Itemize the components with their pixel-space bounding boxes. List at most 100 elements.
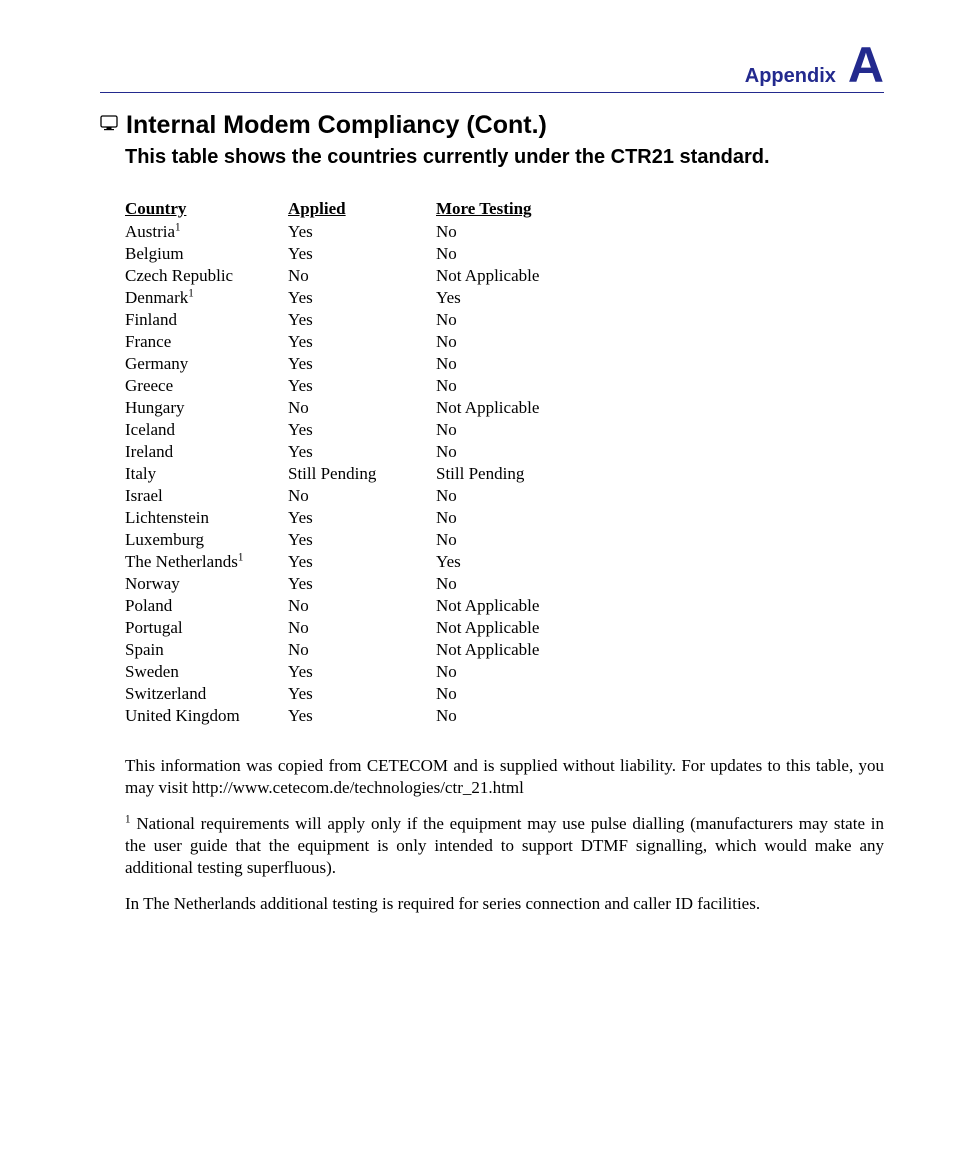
monitor-icon	[100, 115, 118, 136]
cell-applied: Yes	[288, 551, 436, 573]
cell-more-testing: Not Applicable	[436, 265, 557, 287]
cell-country: The Netherlands1	[125, 551, 288, 573]
th-country: Country	[125, 199, 288, 221]
table-row: PortugalNoNot Applicable	[125, 617, 557, 639]
cell-country: Lichtenstein	[125, 507, 288, 529]
appendix-label: Appendix	[745, 65, 836, 88]
th-more-testing: More Testing	[436, 199, 557, 221]
cell-more-testing: No	[436, 573, 557, 595]
cell-more-testing: No	[436, 243, 557, 265]
footnote-text: National requirements will apply only if…	[125, 814, 884, 877]
table-row: PolandNoNot Applicable	[125, 595, 557, 617]
cell-more-testing: No	[436, 221, 557, 243]
cell-more-testing: No	[436, 683, 557, 705]
footnote-paragraph: 1 National requirements will apply only …	[125, 813, 884, 879]
cell-applied: No	[288, 397, 436, 419]
appendix-letter: A	[848, 40, 884, 90]
table-row: ItalyStill PendingStill Pending	[125, 463, 557, 485]
page: Appendix A Internal Modem Compliancy (Co…	[0, 0, 954, 1155]
cell-applied: Yes	[288, 375, 436, 397]
disclaimer-paragraph: This information was copied from CETECOM…	[125, 755, 884, 799]
cell-applied: Yes	[288, 683, 436, 705]
cell-applied: Yes	[288, 573, 436, 595]
table-header-row: Country Applied More Testing	[125, 199, 557, 221]
cell-more-testing: No	[436, 441, 557, 463]
cell-applied: Yes	[288, 507, 436, 529]
cell-more-testing: No	[436, 529, 557, 551]
cell-country: Germany	[125, 353, 288, 375]
table-row: SwitzerlandYesNo	[125, 683, 557, 705]
table-row: SpainNoNot Applicable	[125, 639, 557, 661]
table-row: NorwayYesNo	[125, 573, 557, 595]
cell-applied: Yes	[288, 353, 436, 375]
cell-applied: Yes	[288, 331, 436, 353]
cell-applied: No	[288, 265, 436, 287]
cell-more-testing: No	[436, 661, 557, 683]
cell-applied: Yes	[288, 243, 436, 265]
cell-applied: No	[288, 617, 436, 639]
cell-more-testing: Not Applicable	[436, 595, 557, 617]
th-applied: Applied	[288, 199, 436, 221]
table-row: Austria1YesNo	[125, 221, 557, 243]
title-row: Internal Modem Compliancy (Cont.)	[100, 111, 884, 140]
cell-more-testing: No	[436, 331, 557, 353]
cell-applied: Yes	[288, 309, 436, 331]
cell-applied: Still Pending	[288, 463, 436, 485]
table-row: Czech RepublicNoNot Applicable	[125, 265, 557, 287]
cell-more-testing: Yes	[436, 551, 557, 573]
cell-country: Spain	[125, 639, 288, 661]
cell-more-testing: Yes	[436, 287, 557, 309]
table-row: United KingdomYesNo	[125, 705, 557, 727]
cell-country: Denmark1	[125, 287, 288, 309]
cell-country: Poland	[125, 595, 288, 617]
cell-applied: Yes	[288, 661, 436, 683]
cell-country: Iceland	[125, 419, 288, 441]
cell-country: Italy	[125, 463, 288, 485]
compliancy-table: Country Applied More Testing Austria1Yes…	[125, 199, 557, 727]
cell-more-testing: No	[436, 309, 557, 331]
table-row: IrelandYesNo	[125, 441, 557, 463]
cell-applied: No	[288, 595, 436, 617]
cell-country: Switzerland	[125, 683, 288, 705]
table-row: IcelandYesNo	[125, 419, 557, 441]
cell-applied: Yes	[288, 287, 436, 309]
cell-country: Israel	[125, 485, 288, 507]
page-subtitle: This table shows the countries currently…	[125, 146, 884, 169]
table-row: GermanyYesNo	[125, 353, 557, 375]
cell-applied: Yes	[288, 705, 436, 727]
cell-more-testing: No	[436, 353, 557, 375]
cell-country: Greece	[125, 375, 288, 397]
page-title: Internal Modem Compliancy (Cont.)	[126, 111, 547, 140]
cell-country: Belgium	[125, 243, 288, 265]
cell-more-testing: No	[436, 485, 557, 507]
table-row: IsraelNoNo	[125, 485, 557, 507]
table-row: GreeceYesNo	[125, 375, 557, 397]
cell-country: Austria1	[125, 221, 288, 243]
cell-country: United Kingdom	[125, 705, 288, 727]
cell-country: France	[125, 331, 288, 353]
cell-country: Ireland	[125, 441, 288, 463]
cell-applied: No	[288, 485, 436, 507]
cell-applied: No	[288, 639, 436, 661]
netherlands-note: In The Netherlands additional testing is…	[125, 893, 884, 915]
table-row: FranceYesNo	[125, 331, 557, 353]
cell-applied: Yes	[288, 419, 436, 441]
cell-country: Portugal	[125, 617, 288, 639]
table-row: LichtensteinYesNo	[125, 507, 557, 529]
cell-applied: Yes	[288, 529, 436, 551]
cell-applied: Yes	[288, 441, 436, 463]
cell-more-testing: Not Applicable	[436, 617, 557, 639]
cell-country: Hungary	[125, 397, 288, 419]
cell-more-testing: Not Applicable	[436, 397, 557, 419]
cell-more-testing: Still Pending	[436, 463, 557, 485]
appendix-header: Appendix A	[100, 40, 884, 93]
table-row: SwedenYesNo	[125, 661, 557, 683]
country-footnote: 1	[175, 221, 181, 233]
country-footnote: 1	[238, 551, 244, 563]
table-row: LuxemburgYesNo	[125, 529, 557, 551]
table-row: BelgiumYesNo	[125, 243, 557, 265]
cell-more-testing: No	[436, 375, 557, 397]
cell-country: Norway	[125, 573, 288, 595]
cell-applied: Yes	[288, 221, 436, 243]
table-row: The Netherlands1YesYes	[125, 551, 557, 573]
